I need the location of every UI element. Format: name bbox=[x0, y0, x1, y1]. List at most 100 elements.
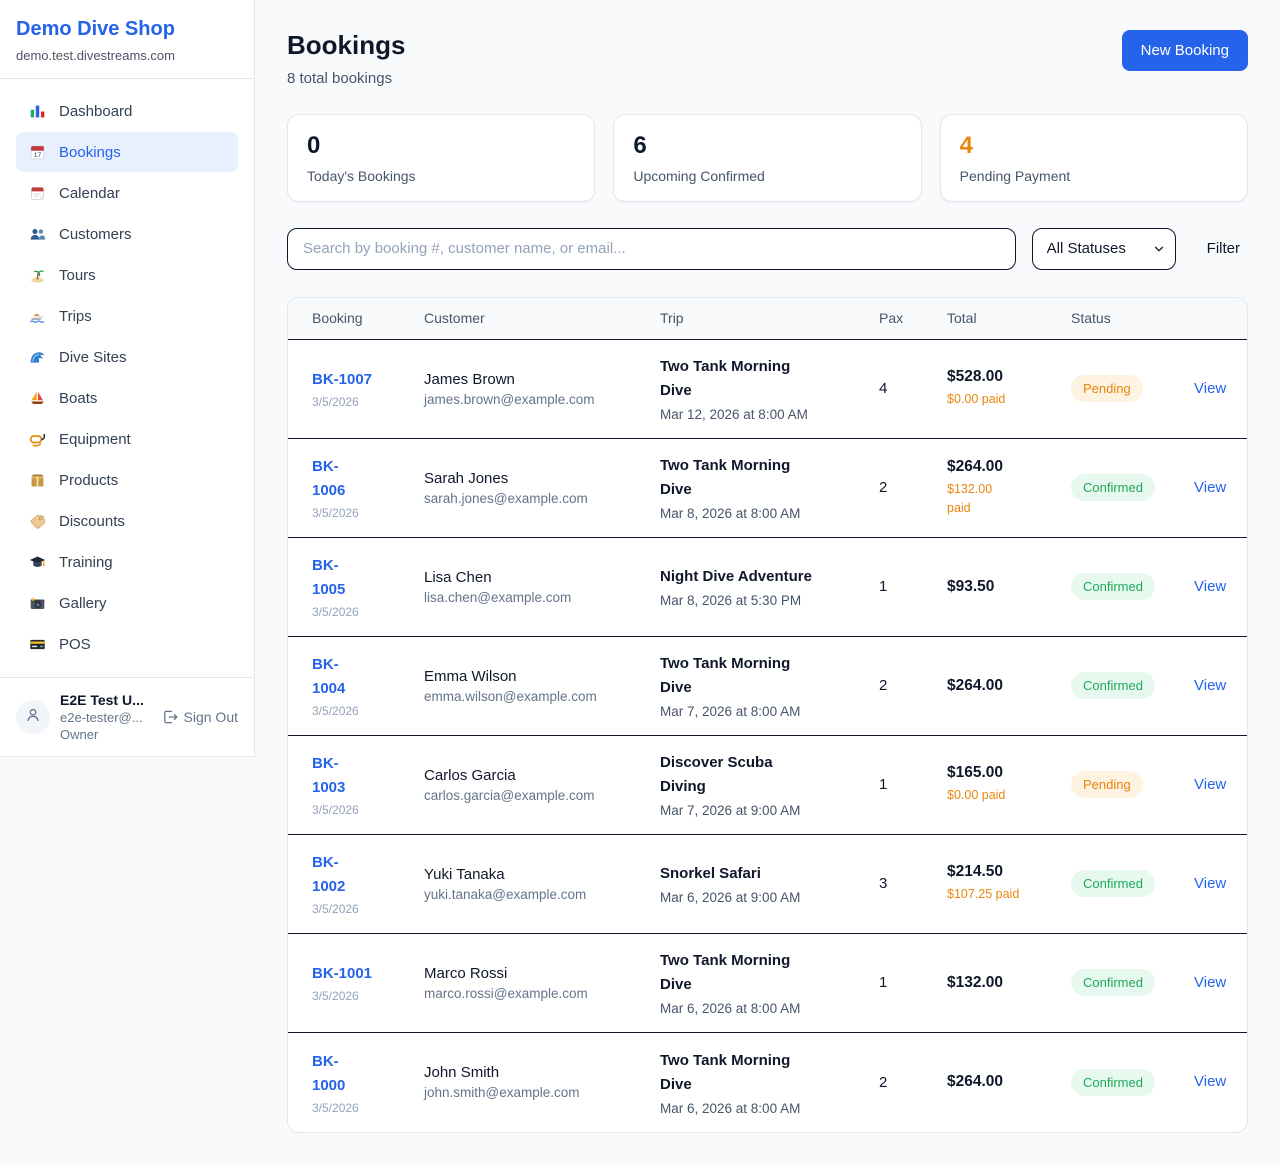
booking-id-link[interactable]: BK-1007 bbox=[312, 368, 372, 392]
table-row: BK- 1004 3/5/2026 Emma Wilson emma.wilso… bbox=[288, 637, 1247, 736]
booking-id-link[interactable]: BK- 1006 bbox=[312, 455, 345, 503]
speedboat-icon bbox=[28, 307, 46, 325]
customer-email: emma.wilson@example.com bbox=[424, 689, 652, 704]
total-amount: $264.00 bbox=[947, 458, 1063, 476]
trip-datetime: Mar 6, 2026 at 9:00 AM bbox=[660, 890, 871, 905]
stat-value: 6 bbox=[633, 132, 901, 160]
stat-label: Pending Payment bbox=[960, 168, 1228, 184]
view-booking-link[interactable]: View bbox=[1194, 677, 1226, 694]
people-icon bbox=[28, 225, 46, 243]
new-booking-button[interactable]: New Booking bbox=[1122, 30, 1248, 71]
sidebar-item-discounts[interactable]: Discounts bbox=[16, 501, 238, 541]
sidebar-item-equipment[interactable]: Equipment bbox=[16, 419, 238, 459]
trip-datetime: Mar 12, 2026 at 8:00 AM bbox=[660, 407, 871, 422]
stat-label: Today's Bookings bbox=[307, 168, 575, 184]
booking-id-link[interactable]: BK- 1005 bbox=[312, 554, 345, 602]
sidebar-item-training[interactable]: Training bbox=[16, 542, 238, 582]
customer-name: Lisa Chen bbox=[424, 569, 652, 586]
view-booking-link[interactable]: View bbox=[1194, 1073, 1226, 1090]
search-input[interactable] bbox=[287, 228, 1016, 270]
table-row: BK-1001 3/5/2026 Marco Rossi marco.rossi… bbox=[288, 934, 1247, 1033]
pax-count: 4 bbox=[879, 366, 947, 411]
sidebar-item-calendar[interactable]: Calendar bbox=[16, 173, 238, 213]
sidebar-item-dive-sites[interactable]: Dive Sites bbox=[16, 337, 238, 377]
graduation-cap-icon bbox=[28, 553, 46, 571]
stat-label: Upcoming Confirmed bbox=[633, 168, 901, 184]
pax-count: 2 bbox=[879, 663, 947, 708]
sidebar-item-pos[interactable]: POS bbox=[16, 624, 238, 664]
pax-count: 2 bbox=[879, 465, 947, 510]
stat-card: 4 Pending Payment bbox=[940, 114, 1248, 202]
view-booking-link[interactable]: View bbox=[1194, 776, 1226, 793]
sidebar-item-trips[interactable]: Trips bbox=[16, 296, 238, 336]
credit-card-icon bbox=[28, 635, 46, 653]
page-subtitle: 8 total bookings bbox=[287, 70, 405, 87]
trip-name: Night Dive Adventure bbox=[660, 565, 871, 589]
person-icon bbox=[24, 706, 42, 729]
sidebar-item-tours[interactable]: Tours bbox=[16, 255, 238, 295]
status-badge: Confirmed bbox=[1071, 969, 1155, 996]
sidebar-footer: E2E Test U... e2e-tester@... Owner Sign … bbox=[0, 677, 254, 756]
customer-name: John Smith bbox=[424, 1064, 652, 1081]
booking-created-date: 3/5/2026 bbox=[312, 506, 416, 520]
sidebar-item-boats[interactable]: Boats bbox=[16, 378, 238, 418]
status-filter-select[interactable]: All Statuses bbox=[1032, 228, 1176, 270]
view-booking-link[interactable]: View bbox=[1194, 479, 1226, 496]
column-header-status: Status bbox=[1071, 310, 1194, 326]
paid-amount: $0.00 paid bbox=[947, 786, 1063, 805]
view-booking-link[interactable]: View bbox=[1194, 875, 1226, 892]
sidebar-item-dashboard[interactable]: Dashboard bbox=[16, 91, 238, 131]
pax-count: 1 bbox=[879, 564, 947, 609]
camera-icon bbox=[28, 594, 46, 612]
view-booking-link[interactable]: View bbox=[1194, 974, 1226, 991]
filter-button[interactable]: Filter bbox=[1207, 240, 1240, 257]
sidebar-item-products[interactable]: Products bbox=[16, 460, 238, 500]
view-booking-link[interactable]: View bbox=[1194, 380, 1226, 397]
booking-created-date: 3/5/2026 bbox=[312, 989, 416, 1003]
trip-name: Two Tank Morning Dive bbox=[660, 454, 871, 502]
trip-name: Snorkel Safari bbox=[660, 862, 871, 886]
user-info: E2E Test U... e2e-tester@... Owner bbox=[60, 692, 152, 742]
sign-out-label: Sign Out bbox=[184, 709, 238, 725]
bookings-table: Booking Customer Trip Pax Total Status B… bbox=[287, 297, 1248, 1133]
booking-created-date: 3/5/2026 bbox=[312, 605, 416, 619]
stat-card: 0 Today's Bookings bbox=[287, 114, 595, 202]
sign-out-button[interactable]: Sign Out bbox=[162, 709, 238, 725]
booking-created-date: 3/5/2026 bbox=[312, 902, 416, 916]
sign-out-icon bbox=[162, 709, 178, 725]
sidebar: Demo Dive Shop demo.test.divestreams.com… bbox=[0, 0, 255, 757]
column-header-trip: Trip bbox=[660, 310, 879, 326]
booking-id-link[interactable]: BK- 1002 bbox=[312, 851, 345, 899]
tear-off-calendar-icon bbox=[28, 184, 46, 202]
diving-mask-icon bbox=[28, 430, 46, 448]
sidebar-item-customers[interactable]: Customers bbox=[16, 214, 238, 254]
stat-value: 0 bbox=[307, 132, 575, 160]
sidebar-item-bookings[interactable]: 17 Bookings bbox=[16, 132, 238, 172]
booking-id-link[interactable]: BK- 1003 bbox=[312, 752, 345, 800]
package-icon bbox=[28, 471, 46, 489]
customer-email: james.brown@example.com bbox=[424, 392, 652, 407]
sidebar-header: Demo Dive Shop demo.test.divestreams.com bbox=[0, 0, 254, 79]
status-filter-wrap: All Statuses bbox=[1032, 228, 1176, 270]
customer-name: Yuki Tanaka bbox=[424, 866, 652, 883]
paid-amount: $107.25 paid bbox=[947, 885, 1063, 904]
shop-domain: demo.test.divestreams.com bbox=[16, 48, 238, 63]
total-amount: $264.00 bbox=[947, 677, 1063, 695]
column-header-customer: Customer bbox=[424, 310, 660, 326]
total-amount: $165.00 bbox=[947, 764, 1063, 782]
trip-datetime: Mar 6, 2026 at 8:00 AM bbox=[660, 1101, 871, 1116]
filters-row: All Statuses Filter bbox=[287, 228, 1248, 270]
booking-id-link[interactable]: BK- 1004 bbox=[312, 653, 345, 701]
shop-name: Demo Dive Shop bbox=[16, 18, 238, 41]
booking-created-date: 3/5/2026 bbox=[312, 803, 416, 817]
booking-id-link[interactable]: BK- 1000 bbox=[312, 1050, 345, 1098]
table-row: BK- 1003 3/5/2026 Carlos Garcia carlos.g… bbox=[288, 736, 1247, 835]
booking-id-link[interactable]: BK-1001 bbox=[312, 962, 372, 986]
page-header: Bookings 8 total bookings New Booking bbox=[287, 30, 1248, 87]
customer-email: sarah.jones@example.com bbox=[424, 491, 652, 506]
column-header-total: Total bbox=[947, 310, 1071, 326]
customer-email: carlos.garcia@example.com bbox=[424, 788, 652, 803]
sidebar-item-gallery[interactable]: Gallery bbox=[16, 583, 238, 623]
view-booking-link[interactable]: View bbox=[1194, 578, 1226, 595]
avatar bbox=[16, 700, 50, 734]
